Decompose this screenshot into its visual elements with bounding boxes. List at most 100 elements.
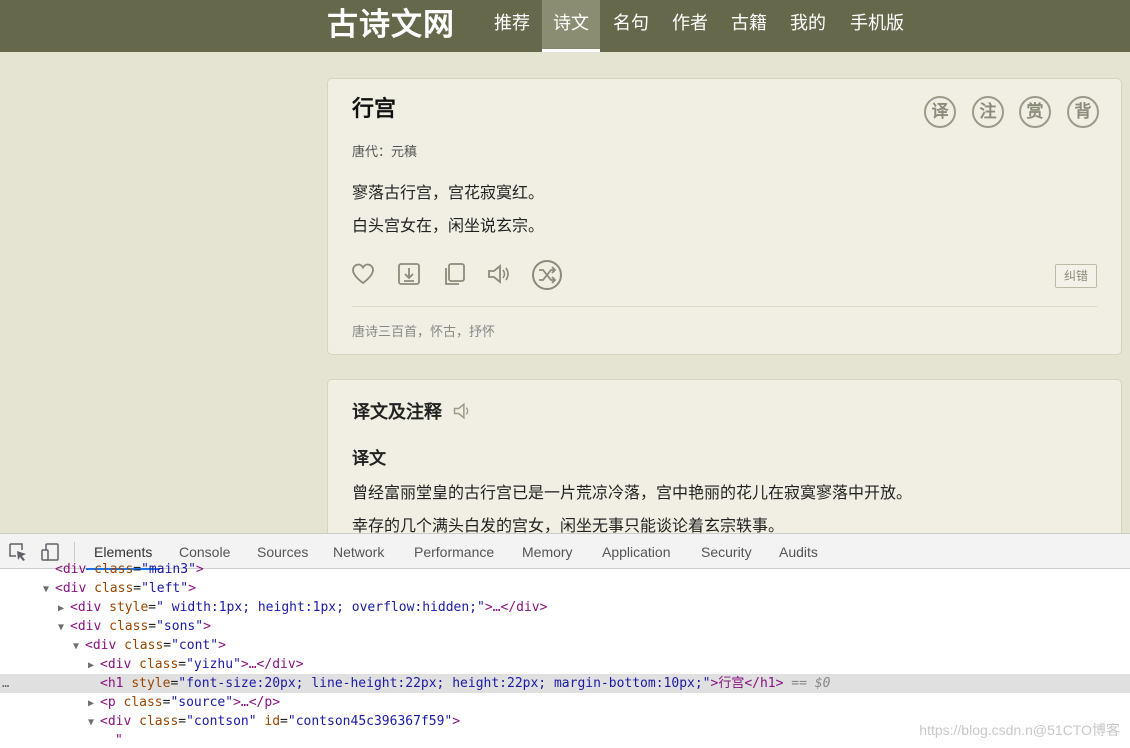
code-token: id: [264, 714, 281, 729]
code-token: <p: [100, 695, 124, 710]
code-token: class: [109, 619, 149, 634]
code-token: =: [178, 657, 187, 672]
dom-node-line[interactable]: ▼ <div class="sons">: [0, 617, 1130, 636]
code-token: "contson45c396367f59": [287, 714, 453, 729]
nav-item-authors[interactable]: 作者: [661, 0, 719, 52]
code-token: <div: [55, 581, 95, 596]
code-token: >: [452, 714, 461, 729]
code-token: "sons": [156, 619, 204, 634]
translate-button[interactable]: 译: [924, 96, 956, 128]
poem-line: 白头宫女在，闲坐说玄宗。: [352, 216, 545, 235]
code-token: "cont": [171, 638, 219, 653]
code-token: "source": [170, 695, 234, 710]
poem-card: 行宫 唐代：元稹 寥落古行宫，宫花寂寞红。 白头宫女在，闲坐说玄宗。 译 注 赏…: [327, 78, 1122, 355]
node-indent: [43, 561, 55, 580]
poem-title: 行宫: [352, 97, 397, 122]
download-icon[interactable]: [396, 261, 422, 287]
code-token: >…</div>: [240, 657, 304, 672]
code-token: <div: [85, 638, 125, 653]
code-token: "yizhu": [186, 657, 241, 672]
speaker-icon[interactable]: [486, 261, 512, 287]
code-token: >: [203, 619, 211, 634]
annotate-button[interactable]: 注: [972, 96, 1004, 128]
nav-item-quotes[interactable]: 名句: [602, 0, 660, 52]
code-token: <div: [100, 714, 140, 729]
copy-icon[interactable]: [441, 261, 467, 287]
code-token: <div: [100, 657, 140, 672]
poem-author[interactable]: 唐代：元稹: [352, 141, 417, 160]
code-token: "left": [141, 581, 189, 596]
code-token: class: [94, 581, 134, 596]
node-indent: [103, 732, 115, 748]
poem-tags[interactable]: 唐诗三百首，怀古，抒怀: [352, 321, 495, 340]
watermark: https://blog.csdn.n@51CTO博客: [919, 722, 1120, 738]
code-token: >: [218, 638, 226, 653]
nav-item-mine[interactable]: 我的: [779, 0, 837, 52]
inspect-element-icon[interactable]: [8, 542, 28, 562]
expand-toggle-icon[interactable]: ▶: [88, 656, 100, 675]
expand-toggle-icon[interactable]: ▶: [58, 599, 70, 618]
report-error-button[interactable]: 纠错: [1055, 264, 1097, 288]
dom-node-line[interactable]: <div class="main3">: [0, 560, 1130, 579]
nav-item-poems[interactable]: 诗文: [542, 0, 600, 52]
speaker-icon[interactable]: [452, 400, 474, 422]
code-token: =: [148, 619, 157, 634]
selected-node-marker: == $0: [783, 676, 831, 691]
node-indent: [88, 675, 100, 694]
dom-node-line[interactable]: ▼ <div class="cont">: [0, 636, 1130, 655]
expand-toggle-icon[interactable]: ▼: [58, 618, 70, 637]
expand-toggle-icon[interactable]: ▼: [43, 580, 55, 599]
poem-line: 寥落古行宫，宫花寂寞红。: [352, 183, 545, 202]
translation-paragraph: 曾经富丽堂皇的古行宫已是一片荒凉冷落，宫中艳丽的花儿在寂寞寥落中开放。: [352, 483, 913, 502]
more-options-icon[interactable]: …: [2, 674, 9, 693]
code-token: style: [131, 676, 171, 691]
code-token: >: [188, 581, 196, 596]
site-logo[interactable]: 古诗文网: [327, 4, 455, 46]
nav-item-classics[interactable]: 古籍: [720, 0, 778, 52]
appreciate-button[interactable]: 赏: [1019, 96, 1051, 128]
top-navbar: 古诗文网 推荐 诗文 名句 作者 古籍 我的 手机版: [0, 0, 1130, 52]
code-token: >…</p>: [233, 695, 281, 710]
code-token: =: [178, 714, 187, 729]
nav-item-mobile[interactable]: 手机版: [839, 0, 915, 52]
code-token: >行宫</h1>: [710, 676, 784, 691]
expand-toggle-icon[interactable]: ▼: [73, 637, 85, 656]
expand-toggle-icon[interactable]: ▶: [88, 694, 100, 713]
code-token: <div: [70, 600, 110, 615]
code-token: class: [139, 657, 179, 672]
code-token: =: [163, 638, 172, 653]
expand-toggle-icon[interactable]: ▼: [88, 713, 100, 732]
code-token: =: [148, 600, 157, 615]
code-token: class: [139, 714, 179, 729]
shuffle-icon[interactable]: [531, 259, 563, 291]
dom-node-line[interactable]: ▶ <div style=" width:1px; height:1px; ove…: [0, 598, 1130, 617]
code-token: <div: [55, 562, 95, 577]
code-token: class: [124, 638, 164, 653]
devtools-panel: Elements Console Sources Network Perform…: [0, 533, 1130, 748]
dom-node-line[interactable]: ▼ <div class="left">: [0, 579, 1130, 598]
code-token: ": [115, 733, 123, 748]
code-token: "contson": [186, 714, 257, 729]
code-token: style: [109, 600, 149, 615]
code-token: >: [195, 562, 204, 577]
code-token: <h1: [100, 676, 132, 691]
device-toolbar-icon[interactable]: [40, 542, 60, 562]
code-token: =: [133, 562, 142, 577]
code-token: "main3": [141, 562, 196, 577]
dom-node-line[interactable]: ▶ <p class="source">…</p>: [0, 693, 1130, 712]
divider: [352, 306, 1097, 307]
section-title: 译文及注释: [352, 402, 442, 423]
code-token: class: [94, 562, 134, 577]
code-token: =: [280, 714, 288, 729]
code-token: class: [123, 695, 163, 710]
heart-icon[interactable]: [350, 261, 376, 287]
code-token: >…</div>: [484, 600, 548, 615]
dom-node-line[interactable]: <h1 style="font-size:20px; line-height:2…: [0, 674, 1130, 693]
recite-button[interactable]: 背: [1067, 96, 1099, 128]
nav-item-recommend[interactable]: 推荐: [483, 0, 541, 52]
code-token: <div: [70, 619, 110, 634]
toolbar-separator: [74, 542, 75, 562]
code-token: "font-size:20px; line-height:22px; heigh…: [178, 676, 711, 691]
code-token: =: [133, 581, 142, 596]
dom-node-line[interactable]: ▶ <div class="yizhu">…</div>: [0, 655, 1130, 674]
